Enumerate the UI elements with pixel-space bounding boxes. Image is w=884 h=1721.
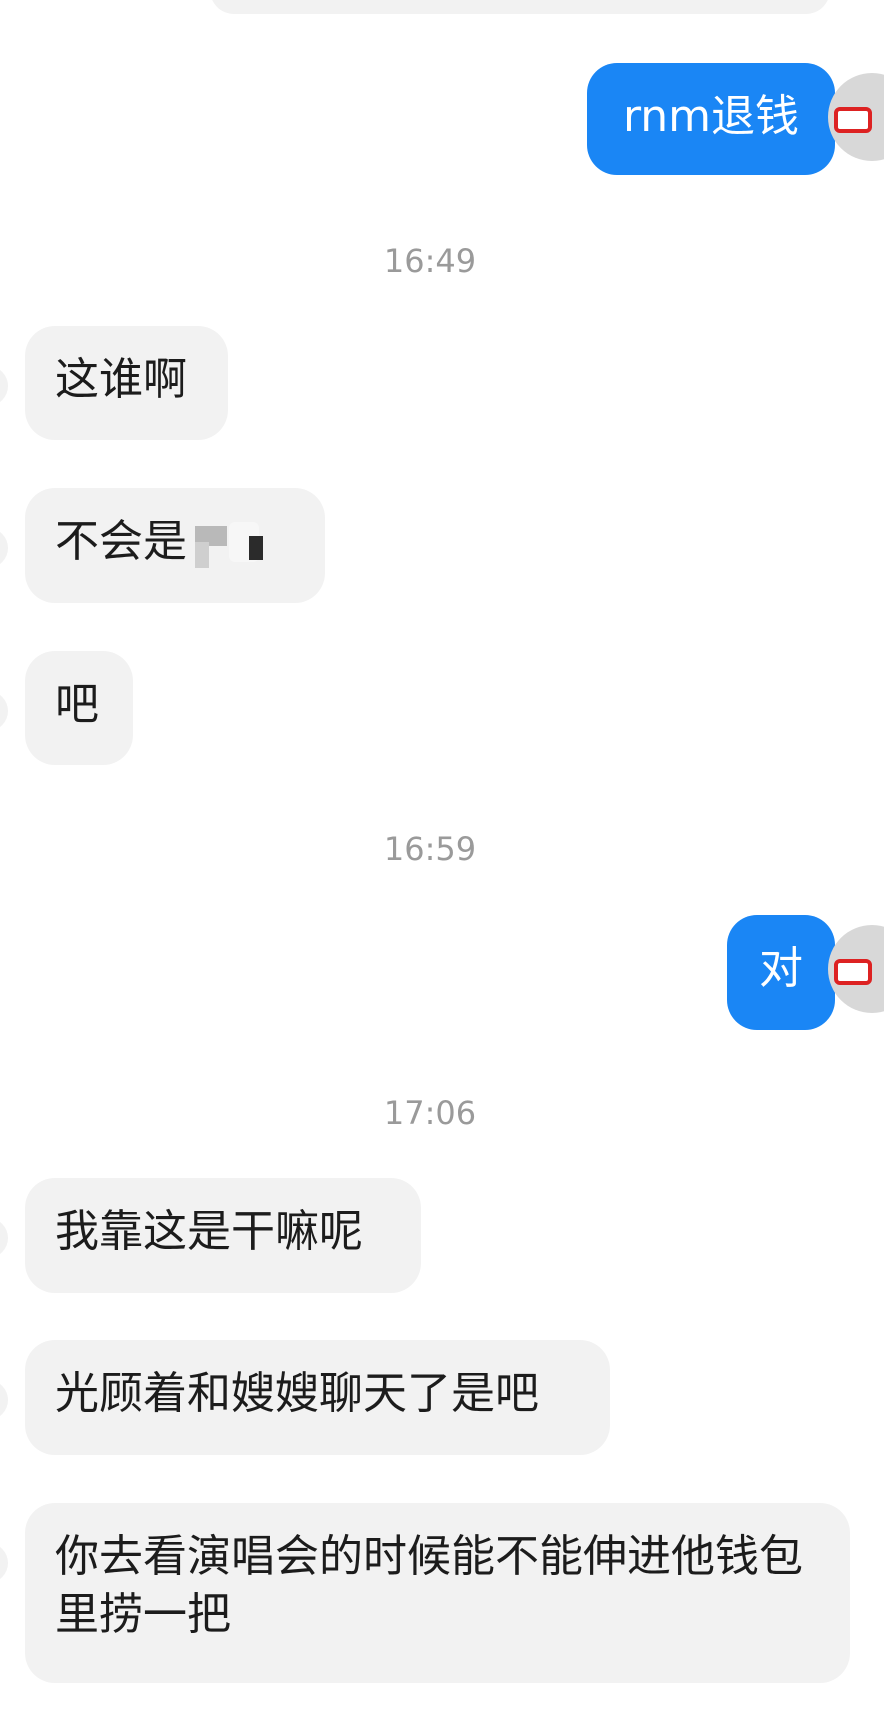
incoming-message-bubble[interactable]: 我靠这是干嘛呢 <box>25 1178 421 1293</box>
message-text: rnm退钱 <box>622 91 800 142</box>
previous-message-bubble[interactable] <box>210 0 830 14</box>
redacted-region <box>187 520 279 568</box>
message-text: 这谁啊 <box>55 354 187 405</box>
timestamp: 17:06 <box>383 1094 477 1132</box>
user-avatar-icon[interactable] <box>828 73 884 161</box>
glasses-icon <box>834 959 872 985</box>
message-text: 对 <box>759 943 803 994</box>
contact-avatar-icon[interactable] <box>0 691 8 731</box>
user-avatar-icon[interactable] <box>828 925 884 1013</box>
incoming-message-bubble[interactable]: 吧 <box>25 651 133 765</box>
contact-avatar-icon[interactable] <box>0 1543 8 1583</box>
incoming-message-bubble[interactable]: 你去看演唱会的时候能不能伸进他钱包里捞一把 <box>25 1503 850 1683</box>
outgoing-message-bubble[interactable]: 对 <box>727 915 835 1030</box>
incoming-message-bubble[interactable]: 这谁啊 <box>25 326 228 440</box>
glasses-icon <box>834 107 872 133</box>
timestamp: 16:49 <box>383 242 477 280</box>
timestamp: 16:59 <box>383 830 477 868</box>
contact-avatar-icon[interactable] <box>0 1380 8 1420</box>
message-text: 你去看演唱会的时候能不能伸进他钱包里捞一把 <box>55 1531 803 1640</box>
message-text: 吧 <box>55 679 99 730</box>
contact-avatar-icon[interactable] <box>0 1218 8 1258</box>
message-text: 光顾着和嫂嫂聊天了是吧 <box>55 1368 539 1419</box>
message-text: 不会是 <box>55 516 187 567</box>
incoming-message-bubble[interactable]: 光顾着和嫂嫂聊天了是吧 <box>25 1340 610 1455</box>
chat-thread: rnm退钱 16:49 这谁啊 不会是 吧 16:59 对 17:06 我靠这是… <box>0 0 884 1721</box>
outgoing-message-bubble[interactable]: rnm退钱 <box>587 63 835 175</box>
contact-avatar-icon[interactable] <box>0 366 8 406</box>
contact-avatar-icon[interactable] <box>0 528 8 568</box>
message-text: 我靠这是干嘛呢 <box>55 1206 363 1257</box>
incoming-message-bubble[interactable]: 不会是 <box>25 488 325 603</box>
